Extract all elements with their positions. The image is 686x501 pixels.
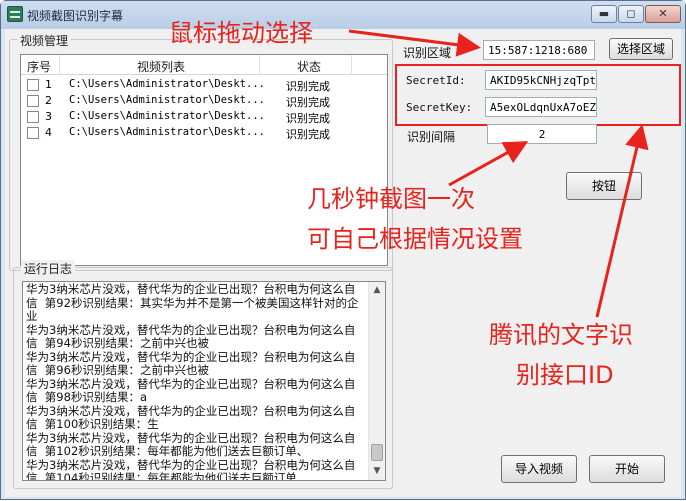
annotation-arrows xyxy=(348,29,649,318)
arrow-to-interval-field xyxy=(448,141,529,187)
arrow-to-region-field xyxy=(348,29,481,57)
app-window: 视频截图识别字幕 ▬ ◻ ✕ 视频管理 序号 视频列表 状态 1 C:\User… xyxy=(0,0,686,500)
arrow-to-credentials xyxy=(595,124,649,318)
